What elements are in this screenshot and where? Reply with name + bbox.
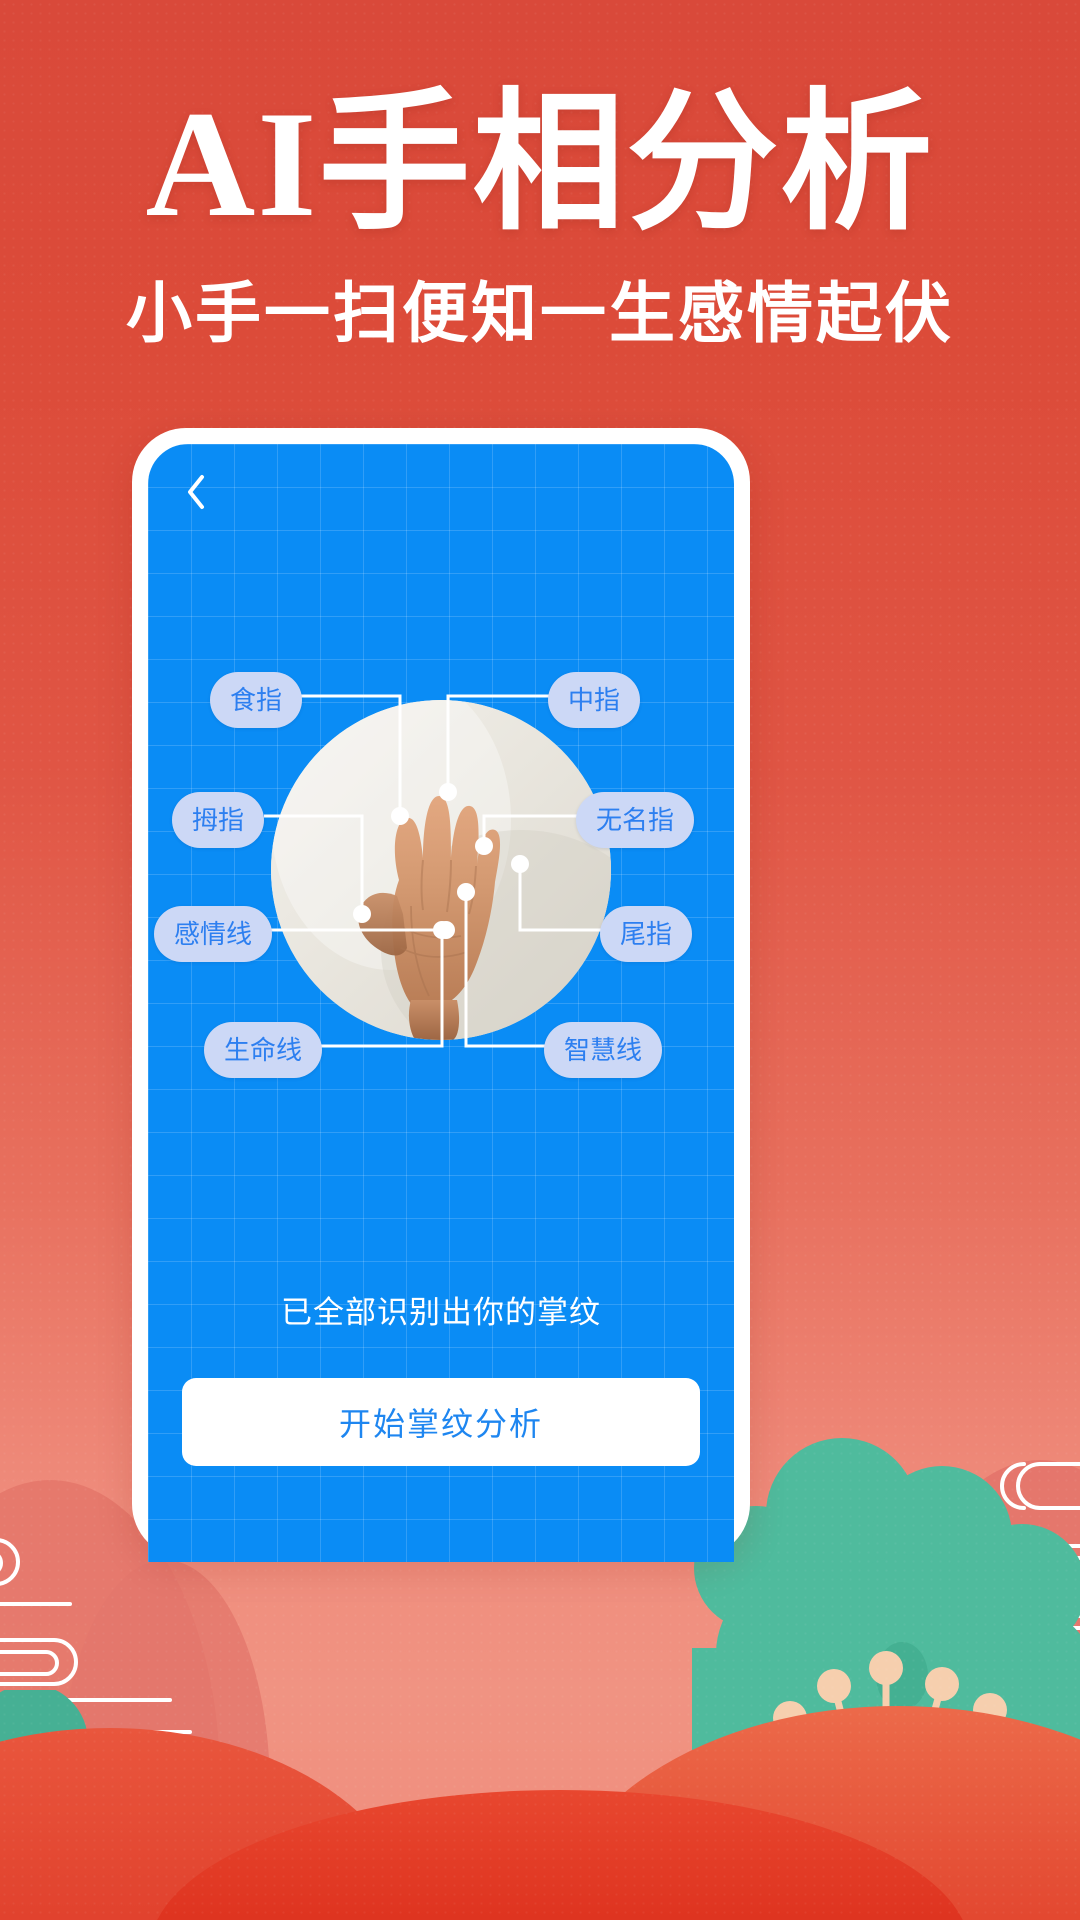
headline-block: AI手相分析 小手一扫便知一生感情起伏 bbox=[0, 0, 1080, 348]
label-pill-head-line[interactable]: 智慧线 bbox=[544, 1022, 663, 1078]
start-analysis-button[interactable]: 开始掌纹分析 bbox=[182, 1378, 700, 1466]
page-subtitle: 小手一扫便知一生感情起伏 bbox=[126, 278, 954, 351]
page-title: AI手相分析 bbox=[145, 80, 935, 248]
label-pill-middle-finger[interactable]: 中指 bbox=[548, 672, 641, 728]
screen-footer: 已全部识别出你的掌纹 开始掌纹分析 bbox=[148, 1297, 734, 1466]
back-button[interactable] bbox=[174, 470, 218, 514]
label-pill-thumb[interactable]: 拇指 bbox=[172, 792, 265, 848]
chevron-left-icon bbox=[184, 473, 208, 511]
phone-mockup: 食指 中指 拇指 无名指 感情线 尾指 生命线 智慧线 已全部识别出你的掌纹 开… bbox=[132, 428, 750, 1562]
label-pill-little-finger[interactable]: 尾指 bbox=[600, 906, 693, 962]
label-pill-heart-line[interactable]: 感情线 bbox=[154, 906, 273, 962]
palm-photo bbox=[271, 700, 611, 1040]
phone-screen: 食指 中指 拇指 无名指 感情线 尾指 生命线 智慧线 已全部识别出你的掌纹 开… bbox=[148, 444, 734, 1562]
poster-canvas: AI手相分析 小手一扫便知一生感情起伏 食指 中指 拇指 无名指 感情线 尾指 … bbox=[0, 0, 1080, 1920]
label-pill-ring-finger[interactable]: 无名指 bbox=[576, 792, 695, 848]
recognition-status-text: 已全部识别出你的掌纹 bbox=[281, 1295, 601, 1330]
palm-photo-illustration bbox=[271, 700, 611, 1040]
label-pill-life-line[interactable]: 生命线 bbox=[204, 1022, 323, 1078]
label-pill-index-finger[interactable]: 食指 bbox=[210, 672, 303, 728]
